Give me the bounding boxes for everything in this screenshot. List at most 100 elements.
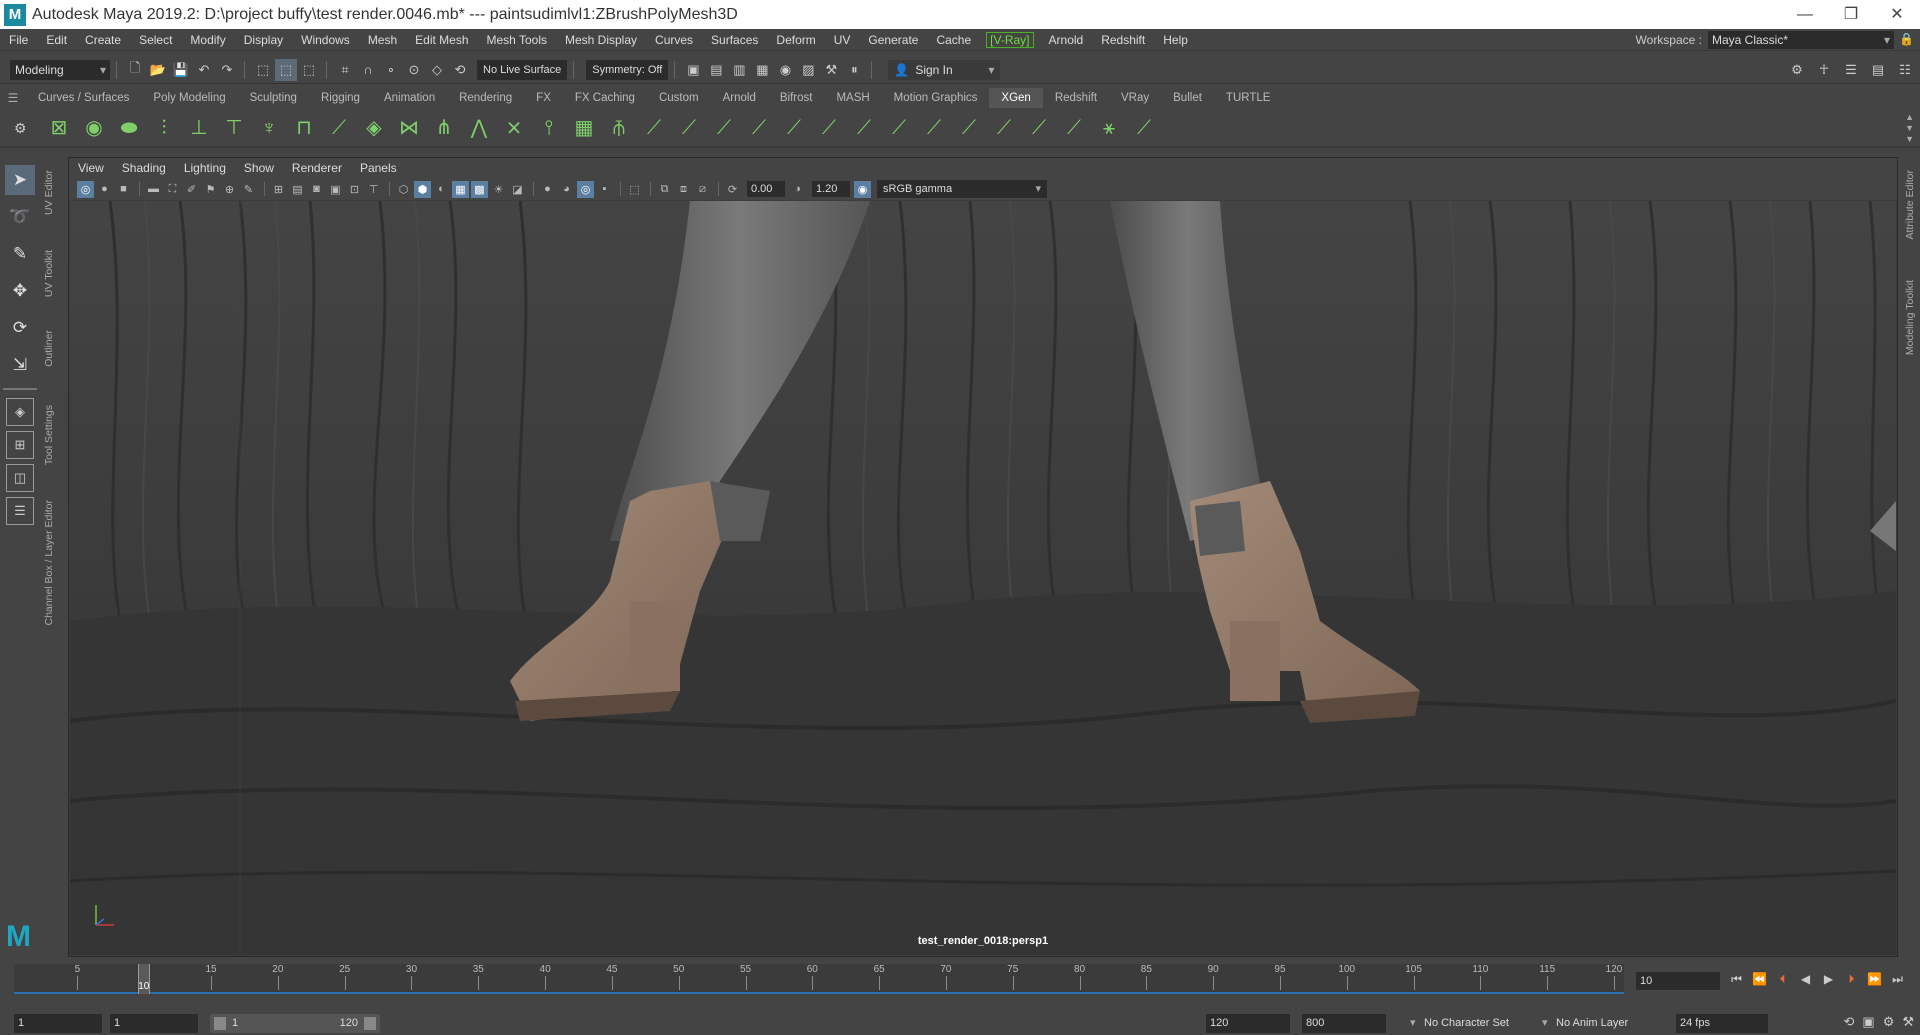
xgen-add-guide-icon[interactable]: ⫶	[149, 113, 179, 143]
gate-mask-icon[interactable]: ▣	[327, 181, 344, 198]
channel-box-toggle-icon[interactable]: ☷	[1894, 59, 1916, 81]
go-to-start-icon[interactable]: ⏮	[1728, 972, 1745, 987]
panel-menu-view[interactable]: View	[69, 161, 113, 175]
select-hierarchy-icon[interactable]: ⬚	[252, 59, 274, 81]
motion-blur-icon[interactable]: ◕	[558, 181, 575, 198]
current-frame-field[interactable]: 10	[1636, 972, 1720, 990]
shelf-tab[interactable]: Curves / Surfaces	[26, 88, 141, 108]
menu-uv[interactable]: UV	[825, 33, 860, 47]
shelf-tab[interactable]: VRay	[1109, 88, 1161, 108]
gamma-icon[interactable]: ◑	[789, 181, 806, 198]
xgen-region-icon[interactable]: ⋈	[394, 113, 424, 143]
open-scene-icon[interactable]: 📂	[147, 59, 169, 81]
camera-attributes-icon[interactable]: ●	[96, 181, 113, 198]
render-settings-icon[interactable]: ▦	[751, 59, 773, 81]
playback-end-field[interactable]: 120	[1206, 1014, 1290, 1033]
shelf-tab[interactable]: Sculpting	[238, 88, 309, 108]
smooth-shade-icon[interactable]: ⬢	[414, 180, 431, 198]
shelf-tab[interactable]: Arnold	[711, 88, 768, 108]
xgen-brush-comb-icon[interactable]: ⟋	[639, 113, 669, 143]
auto-key-icon[interactable]: ▣	[1862, 1014, 1874, 1030]
shelf-tab-active[interactable]: XGen	[989, 88, 1043, 108]
range-slider-bar[interactable]: 1 120	[210, 1014, 380, 1033]
wireframe-on-shaded-icon[interactable]: ▦	[452, 180, 469, 198]
panel-menu-shading[interactable]: Shading	[113, 161, 175, 175]
use-all-lights-icon[interactable]: ☀	[490, 181, 507, 198]
xgen-brush-part-icon[interactable]: ⟋	[849, 113, 879, 143]
fps-dropdown[interactable]: 24 fps	[1676, 1014, 1768, 1033]
anim-prefs-icon[interactable]: ⚙	[1883, 1014, 1895, 1030]
menu-mesh[interactable]: Mesh	[359, 33, 406, 47]
shelf-tab[interactable]: Rendering	[447, 88, 524, 108]
menu-vray[interactable]: [V-Ray]	[986, 31, 1034, 48]
menu-set-dropdown[interactable]: Modeling	[10, 59, 110, 80]
step-back-key-icon[interactable]: ⏪	[1751, 972, 1768, 987]
xgen-brush-density-icon[interactable]: ⟋	[989, 113, 1019, 143]
xray-components-icon[interactable]: ⧄	[694, 181, 711, 198]
anim-layer-dropdown[interactable]: No Anim Layer	[1540, 1014, 1666, 1033]
xgen-guide-curve-icon[interactable]: ⟋	[324, 113, 354, 143]
menu-mesh-tools[interactable]: Mesh Tools	[478, 33, 556, 47]
cache-icon[interactable]: ⚒	[1902, 1014, 1914, 1030]
vray-render-icon[interactable]: ▨	[797, 59, 819, 81]
menu-display[interactable]: Display	[235, 33, 292, 47]
loop-icon[interactable]: ⟲	[1843, 1014, 1854, 1030]
animation-start-field[interactable]: 1	[14, 1014, 102, 1033]
select-tool-icon[interactable]: ➤	[5, 165, 35, 195]
lock-icon[interactable]: 🔒	[1899, 32, 1914, 46]
outliner-layout-icon[interactable]: ☰	[6, 497, 34, 525]
render-view-icon[interactable]: ▣	[682, 59, 704, 81]
xgen-brush-cut-icon[interactable]: ⟋	[709, 113, 739, 143]
close-button[interactable]: ✕	[1874, 0, 1920, 29]
modeling-toolkit-toggle-icon[interactable]: ⚙	[1786, 59, 1808, 81]
anti-aliasing-icon[interactable]: ◎	[577, 180, 594, 198]
safe-action-icon[interactable]: ⊤	[365, 181, 382, 198]
live-surface-field[interactable]: No Live Surface	[477, 59, 568, 80]
xgen-brush-add-icon[interactable]: ⫚	[604, 113, 634, 143]
scale-tool-icon[interactable]: ⇲	[5, 350, 35, 380]
snap-point-icon[interactable]: ∘	[380, 59, 402, 81]
shelf-tab[interactable]: Redshift	[1043, 88, 1109, 108]
shelf-tab[interactable]: Bullet	[1161, 88, 1214, 108]
menu-file[interactable]: File	[0, 33, 37, 47]
pencil-icon[interactable]: ✎	[240, 181, 257, 198]
snap-curve-icon[interactable]: ∩	[357, 59, 379, 81]
xgen-preview-icon[interactable]: ▦	[569, 113, 599, 143]
screen-space-ao-icon[interactable]: ●	[539, 181, 556, 198]
four-view-layout-icon[interactable]: ⊞	[6, 431, 34, 459]
menu-select[interactable]: Select	[130, 33, 181, 47]
snap-live-icon[interactable]: ⟲	[449, 59, 471, 81]
select-camera-icon[interactable]: ◎	[77, 180, 94, 198]
side-tab-modeling-toolkit[interactable]: Modeling Toolkit	[1904, 280, 1920, 355]
side-tab-attribute-editor[interactable]: Attribute Editor	[1904, 170, 1920, 239]
grease-pencil-icon[interactable]: ✐	[183, 181, 200, 198]
hypershade-icon[interactable]: ◉	[774, 59, 796, 81]
undo-icon[interactable]: ↶	[193, 59, 215, 81]
xgen-brush-misc-icon[interactable]: ⟋	[1129, 113, 1159, 143]
xgen-create-description-icon[interactable]: ◉	[79, 113, 109, 143]
xgen-brush-freeze-icon[interactable]: ⟋	[954, 113, 984, 143]
isolate-select-icon[interactable]: ⬚	[626, 181, 643, 198]
side-tab-outliner[interactable]: Outliner	[43, 330, 61, 367]
menu-modify[interactable]: Modify	[181, 33, 234, 47]
textured-icon[interactable]: ▩	[471, 180, 488, 198]
xgen-place-guide-icon[interactable]: ⊥	[184, 113, 214, 143]
shelf-tab[interactable]: FX	[524, 88, 563, 108]
select-object-icon[interactable]: ⬚	[275, 58, 297, 81]
resolution-gate-icon[interactable]: ◙	[308, 181, 325, 198]
character-controls-icon[interactable]: ☥	[1813, 59, 1835, 81]
field-chart-icon[interactable]: ⊡	[346, 181, 363, 198]
shelf-scroll-icon[interactable]: ▲ ▼ ▼	[1905, 112, 1914, 145]
restore-button[interactable]: ❐	[1828, 0, 1874, 29]
color-management-icon[interactable]: ◉	[854, 180, 871, 198]
animation-end-field[interactable]: 800	[1302, 1014, 1386, 1033]
xgen-cut-icon[interactable]: ⋀	[464, 113, 494, 143]
save-scene-icon[interactable]: 💾	[170, 59, 192, 81]
xgen-brush-width-icon[interactable]: ⟋	[814, 113, 844, 143]
play-backwards-icon[interactable]: ◀	[1797, 972, 1814, 987]
side-tab-channel-box[interactable]: Channel Box / Layer Editor	[43, 500, 61, 626]
xgen-clump-icon[interactable]: ⋔	[429, 113, 459, 143]
xgen-density-icon[interactable]: ◈	[359, 113, 389, 143]
menu-arnold[interactable]: Arnold	[1040, 33, 1093, 47]
range-end-handle[interactable]	[364, 1017, 376, 1030]
